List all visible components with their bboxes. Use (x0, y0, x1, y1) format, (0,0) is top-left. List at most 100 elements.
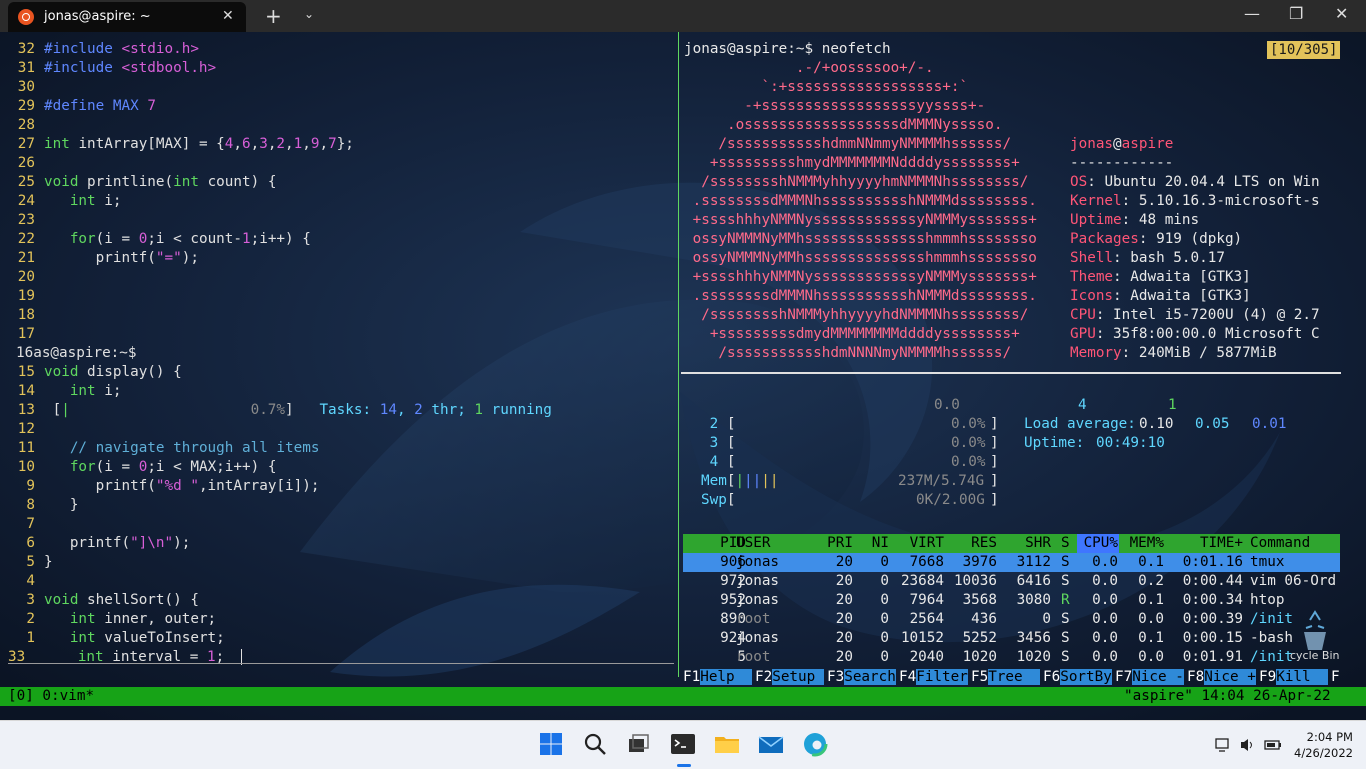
vim-pane[interactable]: 32 #include <stdio.h> 31 #include <stdbool.… (0, 40, 676, 667)
fkey-f3[interactable]: F3Search (827, 668, 896, 687)
code-token: <stdbool.h> (121, 60, 217, 76)
line-number: 7 (26, 516, 35, 532)
code-token: 2 (276, 136, 286, 152)
process-row[interactable]: 952 jonas 20 0 7964 3568 3080 R 0.0 0.1 0:00.34 hto… (683, 591, 1340, 610)
fkey-number: F5 (971, 669, 989, 685)
fkey-f9[interactable]: F9Kill (1259, 668, 1328, 687)
line-number: 27 (17, 136, 35, 152)
column-header[interactable]: NI (853, 534, 889, 553)
column-header[interactable]: VIRT (895, 534, 944, 553)
tmux-pane-divider[interactable] (678, 32, 679, 677)
cell-pri: 20 (835, 611, 853, 627)
code-token: #include (44, 60, 122, 76)
fkey-f4[interactable]: F4Filter (899, 668, 968, 687)
new-tab-button[interactable]: + (265, 4, 282, 28)
cell-res: 3568 (962, 592, 997, 608)
column-header[interactable]: USER (736, 534, 816, 553)
line-number: 1 (26, 630, 35, 646)
cell-res: 3976 (962, 554, 997, 570)
code-token: // navigate through all items (69, 440, 320, 456)
vim-line: 12 (0, 420, 676, 439)
vim-line: 11 // navigate through all items (0, 439, 676, 458)
vim-line-text: 16as@aspire:~$ (16, 345, 137, 361)
line-number: 12 (17, 421, 35, 437)
fkey-f5[interactable]: F5Tree (971, 668, 1040, 687)
line-number: 21 (17, 250, 35, 266)
process-row[interactable]: 972 jonas 20 0 23684 10036 6416 S 0.0 0.2 0:00.44 v… (683, 572, 1340, 591)
info-key: Packages (1070, 231, 1139, 247)
start-icon[interactable] (536, 729, 566, 759)
cpu1-value: 0.0 (934, 397, 960, 413)
recycle-bin-icon[interactable] (1290, 592, 1336, 656)
tab-close-button[interactable]: ✕ (222, 8, 234, 24)
taskbar-clock[interactable]: 2:04 PM 4/26/2022 (1294, 729, 1353, 761)
vim-line: 30 (0, 78, 676, 97)
load-15: 0.01 (1252, 416, 1287, 432)
column-header[interactable]: CPU% (1078, 534, 1118, 553)
code-token: 3 (259, 136, 268, 152)
mem-label: Mem (701, 473, 727, 489)
line-number: 5 (26, 554, 35, 570)
load-1: 0.10 (1139, 416, 1174, 432)
code-token: void (44, 592, 88, 608)
swp-value: 0K/2.00G (916, 492, 985, 508)
taskbar: 2:04 PM 4/26/2022 (0, 720, 1366, 769)
column-header[interactable]: PRI (813, 534, 853, 553)
fkey-f7[interactable]: F7Nice - (1115, 668, 1184, 687)
vim-line: 6 printf("]\n"); (0, 534, 676, 553)
running-count: 1 (1168, 397, 1177, 413)
cell-shr: 0 (1042, 611, 1051, 627)
code-token: (i = (95, 231, 139, 247)
close-button[interactable]: ✕ (1335, 4, 1348, 23)
line-number: 24 (17, 193, 35, 209)
system-tray[interactable] (1215, 736, 1285, 754)
chevron-down-icon[interactable]: ⌄ (304, 7, 314, 21)
fkey-f6[interactable]: F6SortBy (1043, 668, 1112, 687)
info-value: bash 5.0.17 (1130, 250, 1225, 266)
column-header[interactable]: TIME+ (1173, 534, 1243, 553)
line-number: 13 (17, 402, 35, 418)
fkey-f8[interactable]: F8Nice + (1187, 668, 1256, 687)
process-row[interactable]: 890 root 20 0 2564 436 0 S 0.0 0.0 0:00.39/init (683, 610, 1340, 629)
column-header[interactable]: MEM% (1124, 534, 1164, 553)
fkey-number: F7 (1115, 669, 1133, 685)
load-5: 0.05 (1195, 416, 1230, 432)
minimize-button[interactable]: — (1244, 4, 1260, 23)
line-number: 2 (26, 611, 35, 627)
code-token: "=" (155, 250, 182, 266)
terminal-area[interactable]: 32 #include <stdio.h> 31 #include <stdbool.… (0, 32, 1366, 720)
terminal-tab[interactable]: jonas@aspire: ~ ✕ (8, 2, 246, 32)
code-token: intArray[MAX] = { (78, 136, 225, 152)
edge-icon[interactable] (800, 729, 830, 759)
fkey-label: Help (700, 669, 752, 685)
code-token: i; (104, 383, 122, 399)
search-icon[interactable] (580, 729, 610, 759)
fkey-f[interactable]: F (1331, 668, 1340, 687)
fkey-f2[interactable]: F2Setup (755, 668, 824, 687)
recycle-bin-label[interactable]: cycle Bin (1290, 649, 1340, 662)
task-view-icon[interactable] (623, 729, 653, 759)
cell-time: 0:00.44 (1182, 573, 1243, 589)
htop-meter-row: 4 [0.0%] (701, 454, 999, 470)
code-token: int (173, 174, 208, 190)
terminal-icon[interactable] (668, 729, 698, 759)
mail-icon[interactable] (756, 729, 786, 759)
line-number: 3 (26, 592, 35, 608)
tmux-window-list[interactable]: [0] 0:vim* (8, 687, 94, 706)
column-header[interactable]: RES (949, 534, 997, 553)
code-token: int (69, 193, 105, 209)
htop-header-row: PID USER PRI NI VIRT RES SHR S CPU% MEM% TIME+ Comm… (683, 534, 1340, 553)
process-row[interactable]: 5 root 20 0 2040 1020 1020 S 0.0 0.0 0:01.91/init (683, 648, 1340, 667)
file-explorer-icon[interactable] (712, 729, 742, 759)
column-header[interactable]: S (1061, 534, 1073, 553)
column-header[interactable]: SHR (1001, 534, 1051, 553)
pane-horizontal-divider[interactable] (681, 372, 1341, 374)
vim-line: 19 (0, 287, 676, 306)
column-header[interactable]: Command (1250, 534, 1340, 553)
fkey-f1[interactable]: F1Help (683, 668, 752, 687)
process-row[interactable]: 924 jonas 20 0 10152 5252 3456 S 0.0 0.1 0:00.15 -b… (683, 629, 1340, 648)
maximize-button[interactable]: ❐ (1289, 4, 1303, 23)
process-row[interactable]: 906 jonas 20 0 7668 3976 3112 S 0.0 0.1 0:01.16 tmu… (683, 553, 1340, 572)
